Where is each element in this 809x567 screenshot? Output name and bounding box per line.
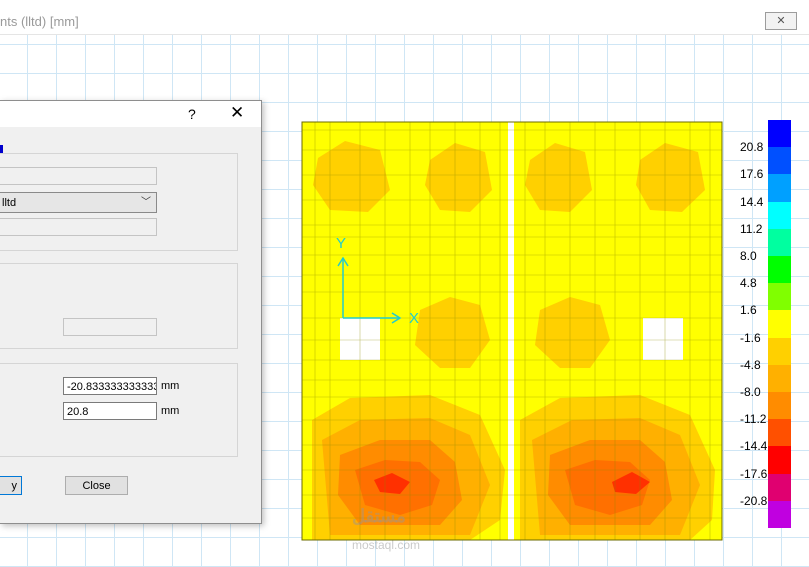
- window-close-button[interactable]: ✕: [765, 12, 797, 30]
- apply-button[interactable]: y: [0, 476, 22, 495]
- contour-legend-bar: [768, 120, 791, 529]
- slab-opening: [643, 318, 683, 360]
- legend-swatch: [768, 201, 791, 230]
- legend-swatch: [768, 446, 791, 475]
- max-value-input[interactable]: 20.8: [63, 402, 157, 420]
- min-value-input[interactable]: -20.8333333333333: [63, 377, 157, 395]
- legend-swatch: [768, 337, 791, 366]
- legend-label: -11.2: [740, 412, 767, 427]
- legend-swatch: [768, 120, 791, 148]
- option-field: [63, 318, 157, 336]
- legend-swatch: [768, 147, 791, 175]
- legend-swatch: [768, 364, 791, 393]
- legend-label: 1.6: [740, 303, 757, 318]
- slab-joint: [508, 122, 514, 540]
- display-dialog: ? ✕ lltd ﹀ -20.8333333333333 mm 20.8 mm …: [0, 100, 262, 524]
- legend-swatch: [768, 228, 791, 257]
- legend-label: 11.2: [740, 221, 763, 236]
- legend-swatch: [768, 392, 791, 420]
- window-titlebar: nts (lltd) [mm] ✕: [0, 0, 809, 35]
- description-field: [0, 218, 157, 236]
- legend-label: 8.0: [740, 249, 757, 263]
- name-field: [0, 167, 157, 185]
- window-title: nts (lltd) [mm]: [0, 14, 79, 29]
- legend-swatch: [768, 283, 791, 311]
- legend-label: -20.8: [740, 493, 768, 508]
- legend-label: -8.0: [740, 385, 761, 399]
- watermark-latin: mostaql.com: [352, 538, 421, 552]
- legend-swatch: [768, 500, 791, 529]
- axis-x-label: X: [409, 310, 420, 327]
- min-unit-label: mm: [161, 380, 180, 392]
- options-group: [0, 263, 238, 349]
- watermark-arabic: مستقل: [352, 506, 406, 526]
- load-case-select[interactable]: lltd ﹀: [0, 192, 157, 213]
- max-unit-label: mm: [161, 405, 180, 417]
- dialog-titlebar: ? ✕: [0, 101, 261, 127]
- legend-swatch: [768, 174, 791, 203]
- legend-label: 4.8: [740, 276, 757, 291]
- axis-y-label: Y: [336, 235, 347, 252]
- legend-label: -4.8: [740, 357, 761, 372]
- help-button[interactable]: ?: [188, 106, 196, 122]
- dialog-close-icon[interactable]: ✕: [230, 103, 244, 123]
- legend-label: -14.4: [740, 439, 768, 454]
- legend-label: 17.6: [740, 167, 764, 182]
- legend-swatch: [768, 419, 791, 447]
- legend-swatch: [768, 256, 791, 284]
- close-button[interactable]: Close: [65, 476, 128, 495]
- legend-swatch: [768, 473, 791, 502]
- legend-label: -1.6: [740, 330, 761, 345]
- group-title-accent: [0, 145, 3, 153]
- legend-swatch: [768, 310, 791, 339]
- load-case-value: lltd: [2, 197, 17, 209]
- chevron-down-icon: ﹀: [141, 197, 151, 208]
- legend-label: 14.4: [740, 194, 764, 209]
- legend-label: -17.6: [740, 466, 768, 481]
- legend-label: 20.8: [740, 140, 764, 155]
